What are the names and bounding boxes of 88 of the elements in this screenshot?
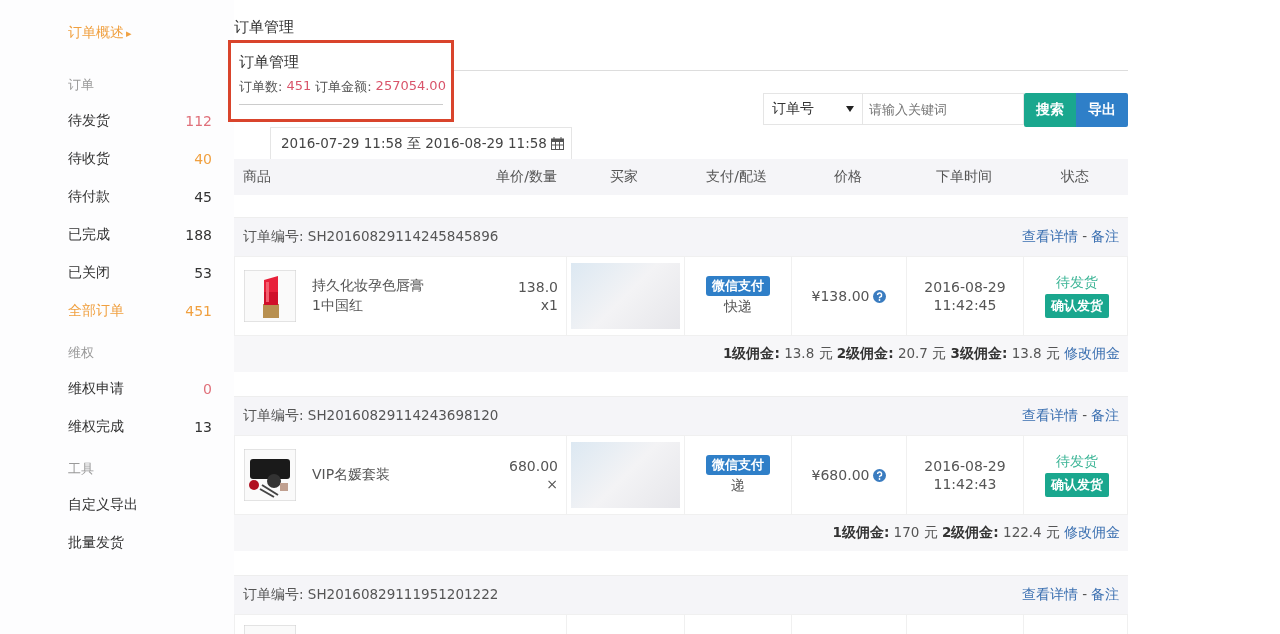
sidebar-item[interactable]: 已关闭 53 bbox=[68, 254, 212, 292]
product-name: 持久化妆孕色唇膏 bbox=[312, 277, 424, 295]
sidebar-label: 维权申请 bbox=[68, 380, 124, 398]
column-header: 状态 bbox=[1060, 168, 1090, 186]
payment-badge: 微信支付 bbox=[706, 276, 770, 296]
stat-value: 257054.00 bbox=[375, 78, 446, 95]
section-title: 维权 bbox=[68, 344, 95, 362]
stat-label: 订单数: bbox=[239, 78, 283, 96]
order-number: 订单编号: SH20160829111951201222 bbox=[243, 586, 499, 604]
notes-link[interactable]: 备注 bbox=[1091, 228, 1119, 246]
unit-price: 138.0 bbox=[517, 279, 558, 295]
export-button[interactable]: 导出 bbox=[1076, 93, 1128, 127]
details-link[interactable]: 查看详情 bbox=[1022, 228, 1079, 246]
order-date: 2016-08-29 bbox=[924, 458, 1006, 474]
sidebar-item[interactable]: 待付款 45 bbox=[68, 178, 212, 216]
stat-label: 订单金额: bbox=[315, 78, 372, 96]
notes-link[interactable]: 备注 bbox=[1091, 407, 1119, 425]
order-number: 订单编号: SH20160829114245845896 bbox=[243, 228, 499, 246]
delivery-text: 快递 bbox=[724, 298, 752, 316]
unit-price: 680.00 bbox=[509, 458, 558, 474]
callout-title: 订单管理 bbox=[239, 53, 300, 72]
calendar-icon bbox=[550, 137, 564, 150]
order-number: 订单编号: SH20160829114243698120 bbox=[243, 407, 499, 425]
order-time: 11:42:45 bbox=[933, 297, 997, 313]
count-label: 0 bbox=[203, 381, 212, 397]
sidebar-item[interactable]: 待收货 40 bbox=[68, 140, 212, 178]
price-text: ¥680.00 bbox=[811, 467, 870, 483]
count-label: 13 bbox=[194, 419, 212, 435]
quantity-text: × bbox=[546, 476, 558, 492]
payment-badge: 微信支付 bbox=[706, 455, 770, 475]
caret-icon bbox=[846, 106, 854, 112]
edit-commission-link[interactable]: 修改佣金 bbox=[1064, 524, 1120, 542]
status-text: 待发货 bbox=[1055, 453, 1098, 471]
sidebar-label: 维权完成 bbox=[68, 418, 124, 436]
count-label: 53 bbox=[194, 265, 212, 281]
column-header: 买家 bbox=[609, 168, 639, 186]
confirm-shipment-button[interactable]: 确认发货 bbox=[1044, 294, 1109, 318]
separator-text: - bbox=[1082, 407, 1087, 425]
count-label: 112 bbox=[185, 113, 212, 129]
search-button[interactable]: 搜索 bbox=[1024, 93, 1076, 127]
price-text: ¥138.00 bbox=[811, 288, 870, 304]
confirm-shipment-button[interactable]: 确认发货 bbox=[1044, 473, 1109, 497]
notes-link[interactable]: 备注 bbox=[1091, 586, 1119, 604]
count-label: 45 bbox=[194, 189, 212, 205]
commission-text: 1级佣金: 13.8 元 2级佣金: 20.7 元 3级佣金: 13.8 元 bbox=[723, 345, 1060, 363]
column-header: 下单时间 bbox=[934, 168, 993, 186]
sidebar-item[interactable]: 维权申请 0 bbox=[68, 370, 212, 408]
quantity-text: x1 bbox=[540, 297, 558, 313]
details-link[interactable]: 查看详情 bbox=[1022, 586, 1079, 604]
search-type-select[interactable]: 订单号 bbox=[763, 93, 863, 125]
count-label: 40 bbox=[194, 151, 212, 167]
commission-text: 1级佣金: 170 元 2级佣金: 122.4 元 bbox=[832, 524, 1060, 542]
count-label: 451 bbox=[185, 303, 212, 319]
column-header: 商品 bbox=[242, 168, 272, 186]
details-link[interactable]: 查看详情 bbox=[1022, 407, 1079, 425]
sidebar-label: 待付款 bbox=[68, 188, 110, 206]
sidebar-item[interactable]: 自定义导出 bbox=[68, 486, 212, 524]
column-header: 支付/配送 bbox=[705, 168, 768, 186]
edit-commission-link[interactable]: 修改佣金 bbox=[1064, 345, 1120, 363]
sidebar-label: 已完成 bbox=[68, 226, 110, 244]
separator-text: - bbox=[1082, 586, 1087, 604]
section-title: 工具 bbox=[68, 460, 95, 478]
page-title: 订单管理 bbox=[234, 18, 295, 38]
keyword-field[interactable]: 请输入关键词 bbox=[863, 93, 1024, 125]
column-header: 价格 bbox=[832, 168, 863, 186]
product-name: VIP名媛套装 bbox=[312, 466, 391, 484]
product-variant: 1中国红 bbox=[312, 297, 364, 315]
sidebar-label: 已关闭 bbox=[68, 264, 110, 282]
order-date: 2016-08-29 bbox=[924, 279, 1006, 295]
sidebar-label: 批量发货 bbox=[68, 534, 124, 552]
sidebar-item[interactable]: 待发货 112 bbox=[68, 102, 212, 140]
section-title: 订单 bbox=[68, 76, 95, 94]
separator-text: - bbox=[1082, 228, 1087, 246]
sidebar-item[interactable]: 维权完成 13 bbox=[68, 408, 212, 446]
sidebar-item[interactable]: 批量发货 bbox=[68, 524, 212, 562]
sidebar-label: 待收货 bbox=[68, 150, 110, 168]
help-icon[interactable] bbox=[873, 468, 887, 482]
stat-value: 451 bbox=[286, 78, 312, 95]
sidebar-label: 全部订单 bbox=[68, 302, 124, 320]
sidebar-item[interactable]: 已完成 188 bbox=[68, 216, 212, 254]
order-time: 11:42:43 bbox=[933, 476, 997, 492]
help-icon[interactable] bbox=[873, 289, 887, 303]
sidebar-label: 自定义导出 bbox=[68, 496, 138, 514]
count-label: 188 bbox=[185, 227, 212, 243]
delivery-text: 递 bbox=[731, 477, 745, 495]
status-text: 待发货 bbox=[1055, 274, 1098, 292]
sidebar-label: 待发货 bbox=[68, 112, 110, 130]
column-header: 单价/数量 bbox=[495, 168, 558, 186]
